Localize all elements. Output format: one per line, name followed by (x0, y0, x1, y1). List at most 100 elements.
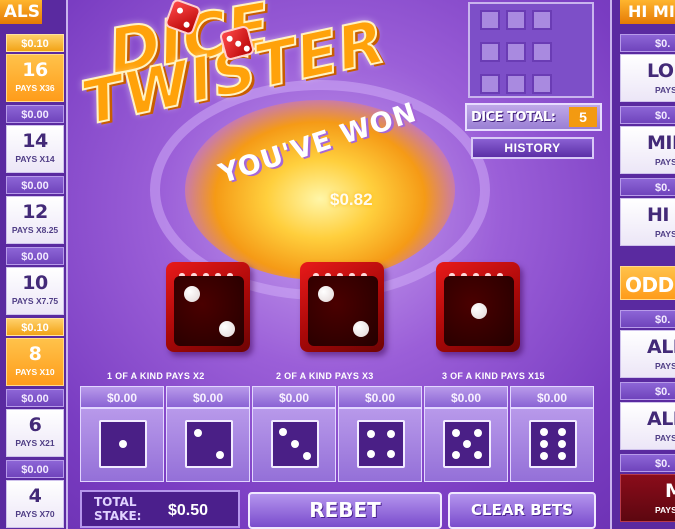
face-5-bet-button[interactable] (424, 408, 508, 482)
three-of-a-kind-label: 3 OF A KIND PAYS X15 (442, 371, 545, 381)
range-name: ALL O (647, 408, 675, 430)
face-1-bet-amount[interactable]: $0.00 (80, 386, 164, 408)
total-payout: PAYS X7.75 (11, 296, 59, 306)
history-slot (506, 42, 526, 62)
total-number: 12 (22, 201, 48, 223)
total-number: 4 (28, 485, 42, 507)
history-slot (480, 42, 500, 62)
total-payout: PAYS X36 (15, 83, 55, 93)
range-bet-amount[interactable]: $0. (620, 382, 675, 400)
total-bet-amount[interactable]: $0.00 (6, 247, 64, 265)
total-bet-option[interactable]: 16 PAYS X36 (6, 54, 64, 102)
face-3-bet-amount[interactable]: $0.00 (252, 386, 336, 408)
total-stake-label-line2: STAKE: (94, 509, 142, 523)
game-stage: ALS $0.10 16 PAYS X36 $0.00 14 PAYS X14 $0.00 1… (0, 0, 675, 529)
totals-header: ALS (0, 0, 42, 24)
range-name: HI 13 (647, 204, 675, 226)
win-amount: $0.82 (330, 190, 373, 209)
totals-bet-panel: ALS $0.10 16 PAYS X36 $0.00 14 PAYS X14 $0.00 1… (0, 0, 68, 529)
die-face-5-icon (443, 420, 491, 468)
total-bet-option[interactable]: 14 PAYS X14 (6, 125, 64, 173)
rolled-die-icon (300, 262, 384, 352)
dice-total-value: 5 (569, 107, 597, 127)
hi-mid-lo-bet-panel: HI MI $0. LO 3 PAYS $0. MID 9 PAYS $0. HI 13 PAY… (610, 0, 675, 529)
die-face-2-icon (185, 420, 233, 468)
history-slot (532, 42, 552, 62)
range-payout: PAYS (655, 85, 675, 95)
clear-bets-button[interactable]: CLEAR BETS (448, 492, 596, 529)
range-name: MID 9 (647, 132, 675, 154)
face-6-bet-amount[interactable]: $0.00 (510, 386, 594, 408)
range-payout: PAYS (655, 361, 675, 371)
total-bet-amount[interactable]: $0.10 (6, 318, 64, 336)
one-of-a-kind-label: 1 OF A KIND PAYS X2 (107, 371, 205, 381)
die-face-4-icon (357, 420, 405, 468)
total-bet-amount[interactable]: $0.00 (6, 389, 64, 407)
range-bet-option[interactable]: HI 13 PAYS X (620, 198, 675, 246)
total-number: 8 (28, 343, 42, 365)
total-stake-value: $0.50 (168, 502, 209, 519)
total-bet-option[interactable]: 6 PAYS X21 (6, 409, 64, 457)
face-6-bet-button[interactable] (510, 408, 594, 482)
total-payout: PAYS X10 (15, 367, 55, 377)
range-payout: PAYS X (655, 229, 675, 239)
die-face-6-icon (529, 420, 577, 468)
total-stake-label: TOTAL STAKE: (94, 495, 141, 523)
history-slot (532, 74, 552, 94)
roll-history-grid (468, 2, 594, 98)
dice-total-box: DICE TOTAL: 5 (465, 103, 602, 131)
rebet-button[interactable]: REBET (248, 492, 442, 529)
total-payout: PAYS X21 (15, 438, 55, 448)
range-bet-option[interactable]: ALL E PAYS (620, 330, 675, 378)
range-bet-option[interactable]: ODDOR (620, 266, 675, 300)
total-number: 16 (22, 59, 48, 81)
range-bet-amount[interactable]: $0. (620, 454, 675, 472)
range-bet-option[interactable]: MID 9 PAYS (620, 126, 675, 174)
total-payout: PAYS X70 (15, 509, 55, 519)
range-bet-option[interactable]: LO 3 PAYS (620, 54, 675, 102)
range-name: ODD (625, 273, 674, 297)
history-button[interactable]: HISTORY (471, 137, 594, 159)
total-bet-option[interactable]: 8 PAYS X10 (6, 338, 64, 386)
total-bet-option[interactable]: 4 PAYS X70 (6, 480, 64, 528)
total-number: 14 (22, 130, 48, 152)
total-bet-amount[interactable]: $0.00 (6, 105, 64, 123)
history-slot (480, 74, 500, 94)
range-bet-amount[interactable]: $0. (620, 34, 675, 52)
total-bet-option[interactable]: 12 PAYS X8.25 (6, 196, 64, 244)
face-2-bet-amount[interactable]: $0.00 (166, 386, 250, 408)
total-bet-option[interactable]: 10 PAYS X7.75 (6, 267, 64, 315)
range-bet-amount[interactable]: $0. (620, 178, 675, 196)
range-name: LO 3 (647, 60, 675, 82)
history-slot (506, 10, 526, 30)
range-bet-option[interactable]: ALL O PAYS (620, 402, 675, 450)
range-payout: PAYS (655, 157, 675, 167)
face-3-bet-button[interactable] (252, 408, 336, 482)
range-bet-amount[interactable]: $0. (620, 106, 675, 124)
total-bet-amount[interactable]: $0.00 (6, 176, 64, 194)
total-number: 6 (28, 414, 42, 436)
face-5-bet-amount[interactable]: $0.00 (424, 386, 508, 408)
rolled-die-icon (166, 262, 250, 352)
range-name: ALL E (647, 336, 675, 358)
range-payout: PAYS (655, 505, 675, 515)
dice-total-label: DICE TOTAL: (471, 110, 556, 125)
range-bet-amount[interactable]: $0. (620, 310, 675, 328)
hi-mid-lo-header: HI MI (620, 0, 675, 24)
face-2-bet-button[interactable] (166, 408, 250, 482)
face-1-bet-button[interactable] (80, 408, 164, 482)
die-face-1-icon (99, 420, 147, 468)
total-stake-label-line1: TOTAL (94, 495, 137, 509)
die-face-3-icon (271, 420, 319, 468)
range-payout: PAYS (655, 433, 675, 443)
total-bet-amount[interactable]: $0.00 (6, 460, 64, 478)
history-slot (506, 74, 526, 94)
range-name: MI (665, 479, 675, 503)
total-payout: PAYS X14 (15, 154, 55, 164)
face-4-bet-button[interactable] (338, 408, 422, 482)
range-bet-option[interactable]: MI PAYS (620, 474, 675, 522)
total-bet-amount[interactable]: $0.10 (6, 34, 64, 52)
two-of-a-kind-label: 2 OF A KIND PAYS X3 (276, 371, 374, 381)
total-payout: PAYS X8.25 (11, 225, 59, 235)
face-4-bet-amount[interactable]: $0.00 (338, 386, 422, 408)
